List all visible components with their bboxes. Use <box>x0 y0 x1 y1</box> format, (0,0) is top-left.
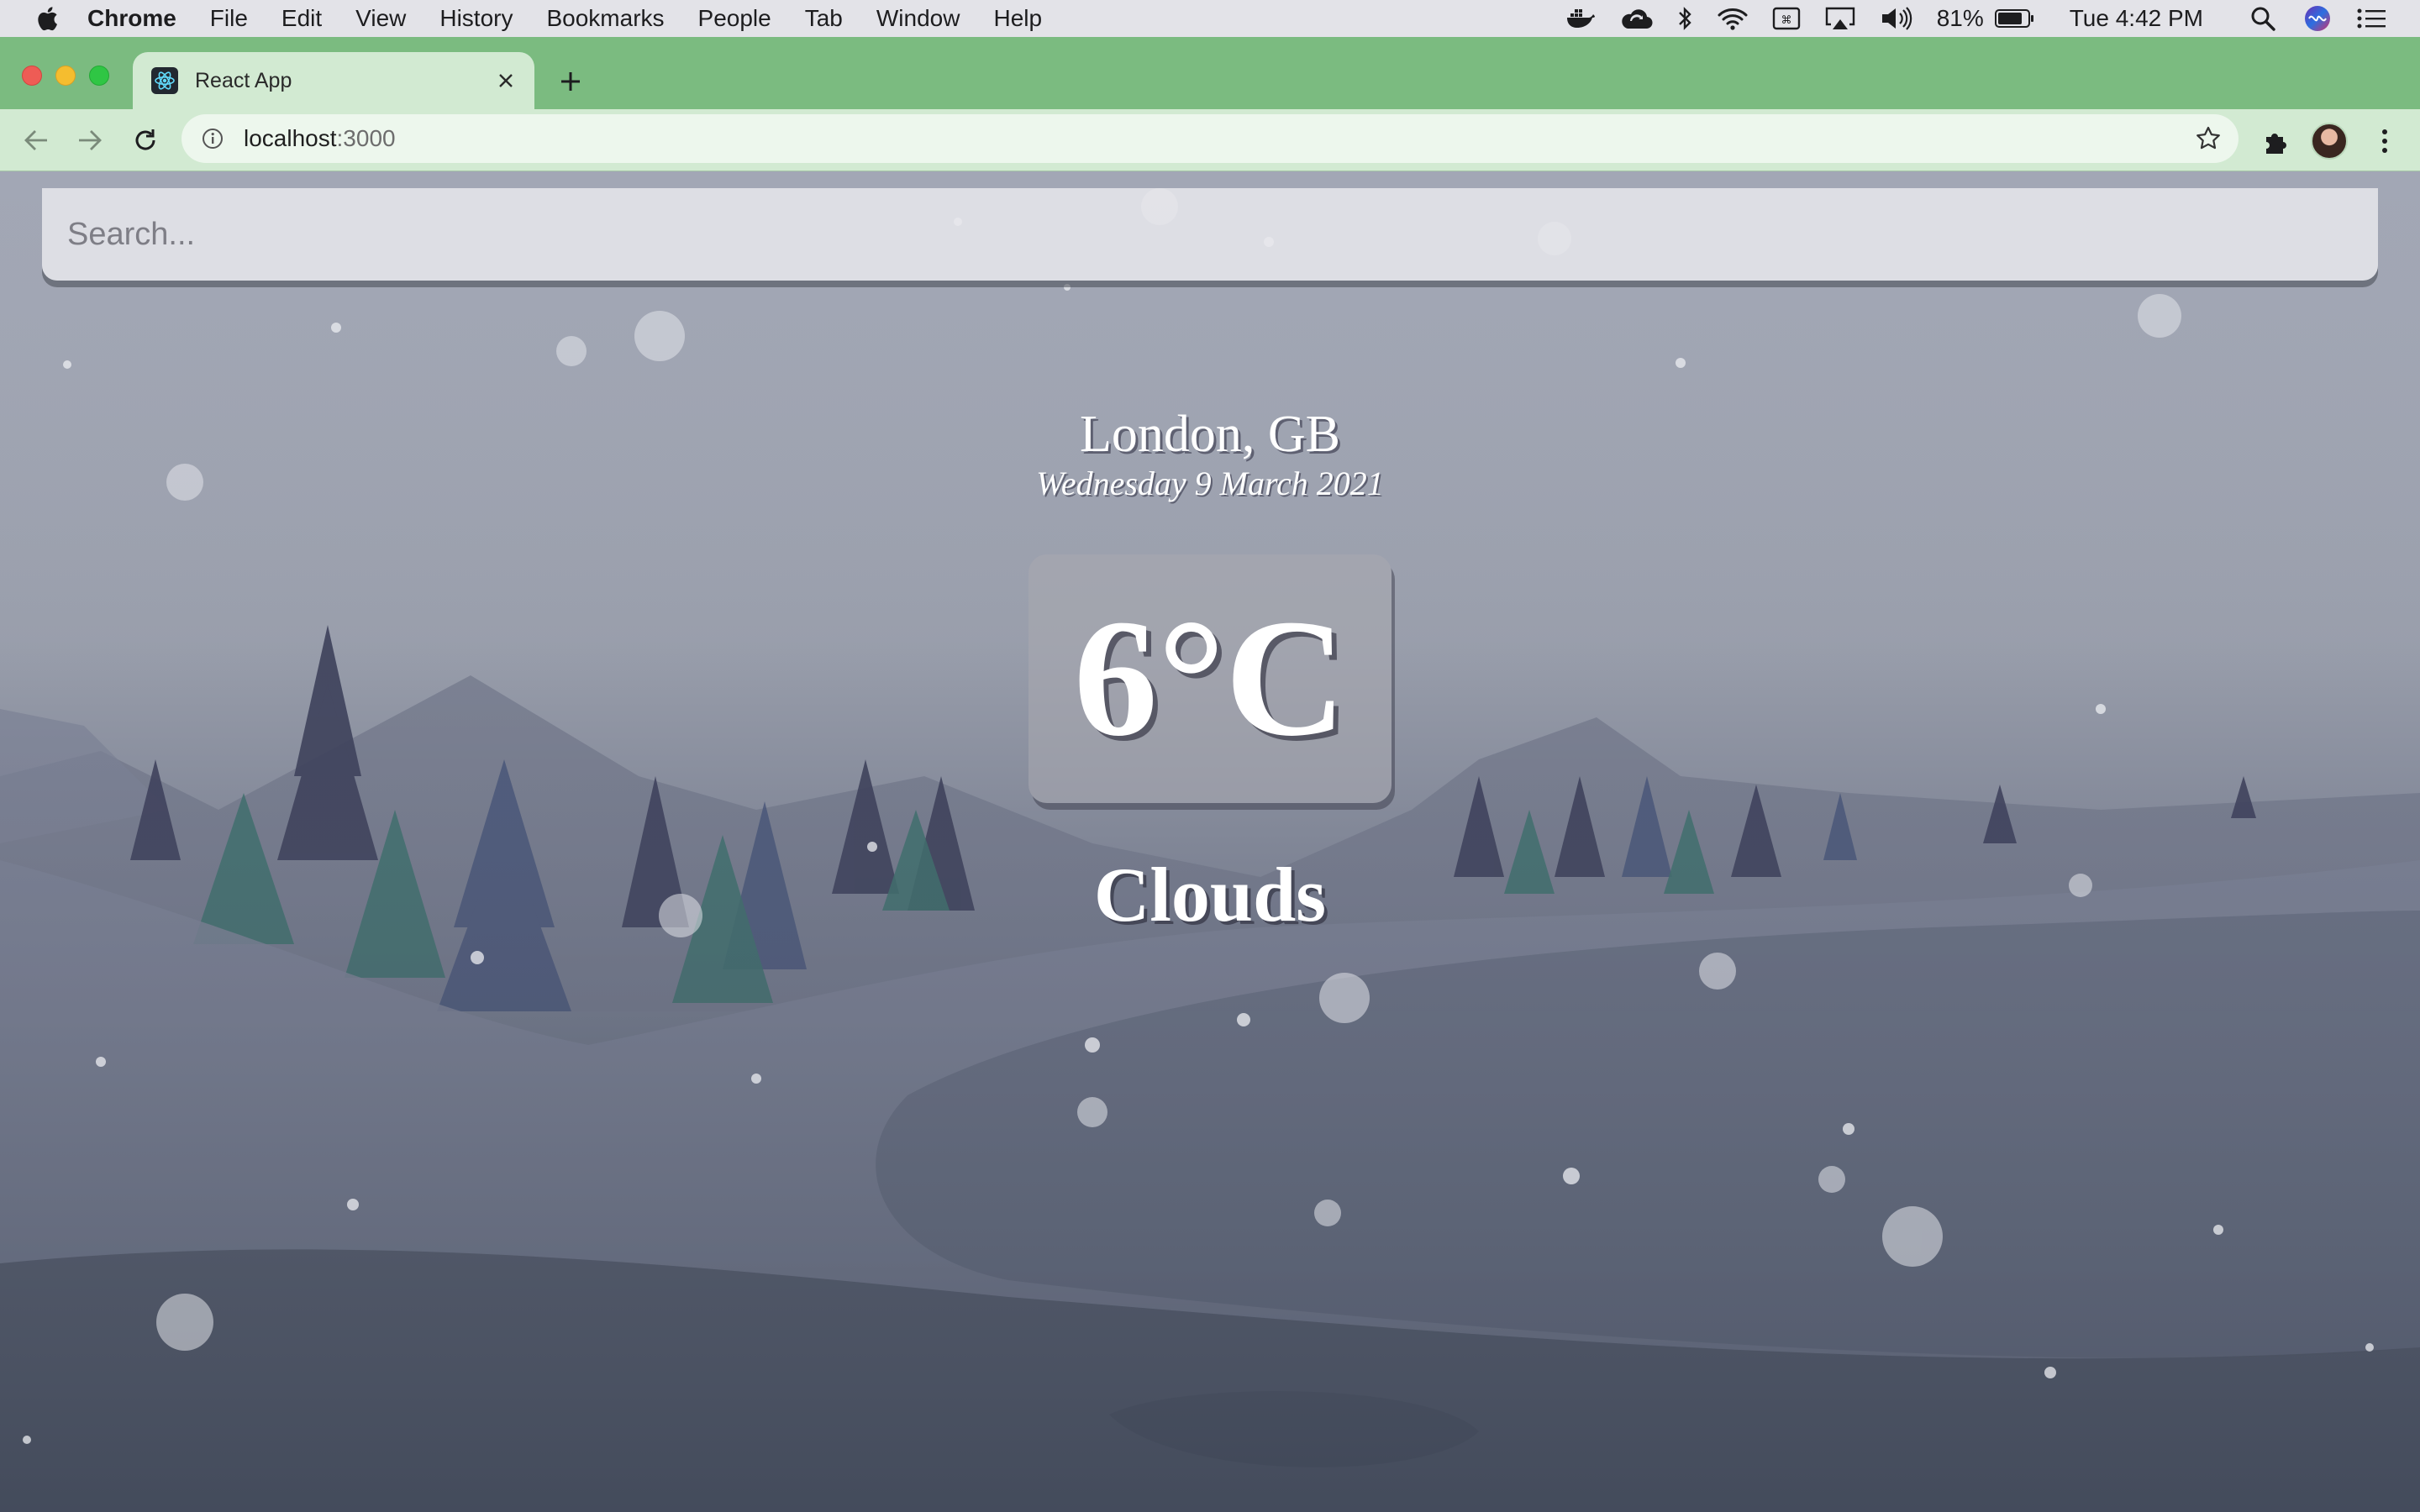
back-button[interactable] <box>18 123 54 158</box>
tab-title: React App <box>195 68 292 92</box>
menu-people[interactable]: People <box>698 5 771 32</box>
temperature-value: 6°C <box>1073 585 1347 771</box>
extensions-puzzle-icon[interactable] <box>2259 124 2292 158</box>
date-label: Wednesday 9 March 2021 <box>1036 465 1384 502</box>
window-minimize-button[interactable] <box>55 66 76 86</box>
cloud-sync-icon[interactable] <box>1619 7 1653 30</box>
close-icon[interactable] <box>492 67 519 94</box>
search-input[interactable] <box>42 188 2378 281</box>
winter-background-illustration <box>0 171 2420 1512</box>
window-close-button[interactable] <box>22 66 42 86</box>
clock[interactable]: Tue 4:42 PM <box>2070 5 2203 32</box>
menu-app-name[interactable]: Chrome <box>87 5 176 32</box>
menu-help[interactable]: Help <box>993 5 1042 32</box>
apple-icon[interactable] <box>34 4 59 33</box>
menu-window[interactable]: Window <box>876 5 960 32</box>
search-bar[interactable] <box>42 188 2378 281</box>
info-icon[interactable] <box>200 126 225 151</box>
new-tab-button[interactable] <box>555 66 587 97</box>
status-area: ⌘ 81% Tue 4:42 PM <box>1565 0 2420 37</box>
profile-avatar[interactable] <box>2311 123 2348 160</box>
menu-tab[interactable]: Tab <box>805 5 843 32</box>
spotlight-icon[interactable] <box>2250 6 2275 31</box>
address-bar[interactable]: localhost:3000 <box>182 114 2238 163</box>
weather-condition: Clouds <box>1093 852 1327 937</box>
battery-percent: 81% <box>1936 5 1984 31</box>
page-viewport: London, GB Wednesday 9 March 2021 6°C Cl… <box>0 171 2420 1512</box>
volume-icon[interactable] <box>1880 6 1913 31</box>
menu-file[interactable]: File <box>210 5 248 32</box>
browser-toolbar: localhost:3000 <box>0 109 2420 171</box>
docker-icon[interactable] <box>1565 8 1596 29</box>
menu-history[interactable]: History <box>439 5 513 32</box>
more-menu-icon[interactable] <box>2368 124 2402 158</box>
menu-view[interactable]: View <box>355 5 406 32</box>
bookmark-star-icon[interactable] <box>2195 125 2222 152</box>
tab-react-app[interactable]: React App <box>133 52 534 109</box>
reload-button[interactable] <box>128 123 163 158</box>
react-icon <box>151 67 178 94</box>
wifi-icon[interactable] <box>1717 7 1749 30</box>
url-host: localhost <box>244 125 337 151</box>
svg-text:⌘: ⌘ <box>1781 14 1791 27</box>
bluetooth-icon[interactable] <box>1676 6 1693 31</box>
url-port: :3000 <box>336 125 396 151</box>
temperature-card: 6°C <box>1028 554 1392 803</box>
airplay-icon[interactable] <box>1824 6 1856 31</box>
menu-bar: Chrome File Edit View History Bookmarks … <box>0 0 2420 37</box>
battery-icon[interactable] <box>1994 8 2036 29</box>
menu-bookmarks[interactable]: Bookmarks <box>546 5 664 32</box>
menu-edit[interactable]: Edit <box>281 5 322 32</box>
siri-icon[interactable] <box>2304 5 2331 32</box>
keyboard-icon[interactable]: ⌘ <box>1772 7 1801 30</box>
notification-center-icon[interactable] <box>2356 8 2386 29</box>
window-zoom-button[interactable] <box>89 66 109 86</box>
forward-button[interactable] <box>72 123 108 158</box>
location-title: London, GB <box>1080 406 1340 463</box>
